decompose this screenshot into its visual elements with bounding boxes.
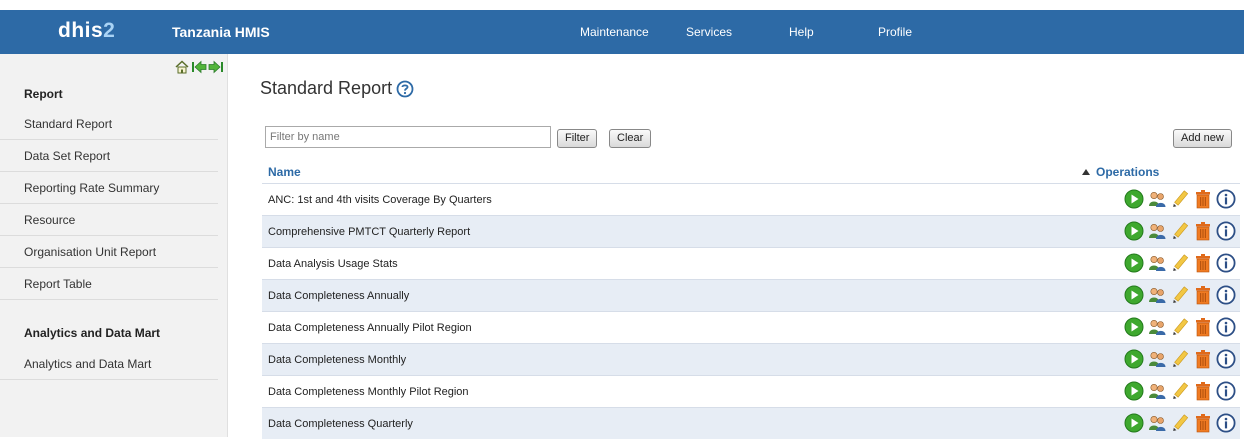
sharing-icon[interactable] — [1147, 189, 1167, 209]
row-operations — [1124, 349, 1236, 369]
table-row[interactable]: Data Analysis Usage Stats — [262, 247, 1240, 279]
row-operations — [1124, 253, 1236, 273]
page-title-text: Standard Report — [260, 78, 393, 98]
edit-icon[interactable] — [1170, 381, 1190, 401]
table-row[interactable]: ANC: 1st and 4th visits Coverage By Quar… — [262, 183, 1240, 215]
edit-icon[interactable] — [1170, 189, 1190, 209]
info-icon[interactable] — [1216, 189, 1236, 209]
report-name: Data Completeness Monthly Pilot Region — [268, 386, 469, 398]
add-new-button[interactable]: Add new — [1173, 129, 1232, 148]
run-report-icon[interactable] — [1124, 381, 1144, 401]
edit-icon[interactable] — [1170, 317, 1190, 337]
delete-icon[interactable] — [1193, 285, 1213, 305]
edit-icon[interactable] — [1170, 413, 1190, 433]
report-name: Data Completeness Annually Pilot Region — [268, 322, 472, 334]
run-report-icon[interactable] — [1124, 349, 1144, 369]
sidebar-item-standard-report[interactable]: Standard Report — [0, 108, 218, 140]
edit-icon[interactable] — [1170, 285, 1190, 305]
sharing-icon[interactable] — [1147, 221, 1167, 241]
page-title: Standard Report — [260, 78, 414, 99]
edit-icon[interactable] — [1170, 221, 1190, 241]
run-report-icon[interactable] — [1124, 317, 1144, 337]
sidebar-item-data-set-report[interactable]: Data Set Report — [0, 140, 218, 172]
menu-help[interactable]: Help — [789, 25, 814, 39]
report-name: Data Completeness Monthly — [268, 354, 407, 366]
sidebar-heading-analytics: Analytics and Data Mart — [24, 326, 161, 340]
row-operations — [1124, 381, 1236, 401]
sharing-icon[interactable] — [1147, 285, 1167, 305]
table-row[interactable]: Data Completeness Monthly Pilot Region — [262, 375, 1240, 407]
table-row[interactable]: Data Completeness Monthly — [262, 343, 1240, 375]
filter-button[interactable]: Filter — [557, 129, 598, 148]
arrow-right-icon[interactable] — [208, 60, 224, 74]
delete-icon[interactable] — [1193, 413, 1213, 433]
info-icon[interactable] — [1216, 413, 1236, 433]
report-name: Data Completeness Annually — [268, 290, 410, 302]
row-operations — [1124, 413, 1236, 433]
sharing-icon[interactable] — [1147, 381, 1167, 401]
row-operations — [1124, 189, 1236, 209]
info-icon[interactable] — [1216, 317, 1236, 337]
sidebar-item-analytics-data-mart[interactable]: Analytics and Data Mart — [0, 348, 218, 380]
sharing-icon[interactable] — [1147, 253, 1167, 273]
table-row[interactable]: Data Completeness Quarterly — [262, 407, 1240, 439]
clear-button[interactable]: Clear — [609, 129, 652, 148]
info-icon[interactable] — [1216, 381, 1236, 401]
run-report-icon[interactable] — [1124, 189, 1144, 209]
edit-icon[interactable] — [1170, 349, 1190, 369]
row-operations — [1124, 317, 1236, 337]
delete-icon[interactable] — [1193, 381, 1213, 401]
sidebar-heading-report: Report — [24, 87, 63, 101]
table-row[interactable]: Data Completeness Annually Pilot Region — [262, 311, 1240, 343]
menu-profile[interactable]: Profile — [878, 25, 912, 39]
report-name: ANC: 1st and 4th visits Coverage By Quar… — [268, 194, 492, 206]
left-sidebar: Report Standard Report Data Set Report R… — [0, 54, 228, 437]
run-report-icon[interactable] — [1124, 253, 1144, 273]
help-icon[interactable] — [396, 80, 414, 98]
sharing-icon[interactable] — [1147, 349, 1167, 369]
info-icon[interactable] — [1216, 253, 1236, 273]
home-icon[interactable] — [174, 60, 190, 74]
column-header-operations[interactable]: Operations — [1082, 165, 1159, 179]
column-header-name[interactable]: Name — [268, 165, 301, 179]
sidebar-item-report-table[interactable]: Report Table — [0, 268, 218, 300]
sidebar-nav-icons — [174, 60, 224, 74]
delete-icon[interactable] — [1193, 221, 1213, 241]
edit-icon[interactable] — [1170, 253, 1190, 273]
sidebar-item-resource[interactable]: Resource — [0, 204, 218, 236]
delete-icon[interactable] — [1193, 349, 1213, 369]
menu-maintenance[interactable]: Maintenance — [580, 25, 649, 39]
run-report-icon[interactable] — [1124, 221, 1144, 241]
sidebar-item-organisation-unit-report[interactable]: Organisation Unit Report — [0, 236, 218, 268]
info-icon[interactable] — [1216, 221, 1236, 241]
delete-icon[interactable] — [1193, 317, 1213, 337]
sort-ascending-icon — [1082, 169, 1090, 175]
run-report-icon[interactable] — [1124, 285, 1144, 305]
report-name: Comprehensive PMTCT Quarterly Report — [268, 226, 471, 238]
menu-services[interactable]: Services — [686, 25, 732, 39]
sidebar-item-reporting-rate-summary[interactable]: Reporting Rate Summary — [0, 172, 218, 204]
filter-input[interactable] — [265, 126, 551, 148]
arrow-left-icon[interactable] — [191, 60, 207, 74]
row-operations — [1124, 221, 1236, 241]
sharing-icon[interactable] — [1147, 413, 1167, 433]
info-icon[interactable] — [1216, 349, 1236, 369]
column-header-operations-label: Operations — [1096, 165, 1160, 179]
report-name: Data Completeness Quarterly — [268, 418, 413, 430]
info-icon[interactable] — [1216, 285, 1236, 305]
row-operations — [1124, 285, 1236, 305]
top-bar: dhis2 Tanzania HMIS Maintenance Services… — [0, 10, 1244, 54]
run-report-icon[interactable] — [1124, 413, 1144, 433]
dhis2-logo[interactable]: dhis2 — [58, 19, 115, 43]
delete-icon[interactable] — [1193, 189, 1213, 209]
delete-icon[interactable] — [1193, 253, 1213, 273]
sharing-icon[interactable] — [1147, 317, 1167, 337]
report-name: Data Analysis Usage Stats — [268, 258, 398, 270]
app-name: Tanzania HMIS — [172, 24, 270, 40]
table-row[interactable]: Comprehensive PMTCT Quarterly Report — [262, 215, 1240, 247]
table-row[interactable]: Data Completeness Annually — [262, 279, 1240, 311]
